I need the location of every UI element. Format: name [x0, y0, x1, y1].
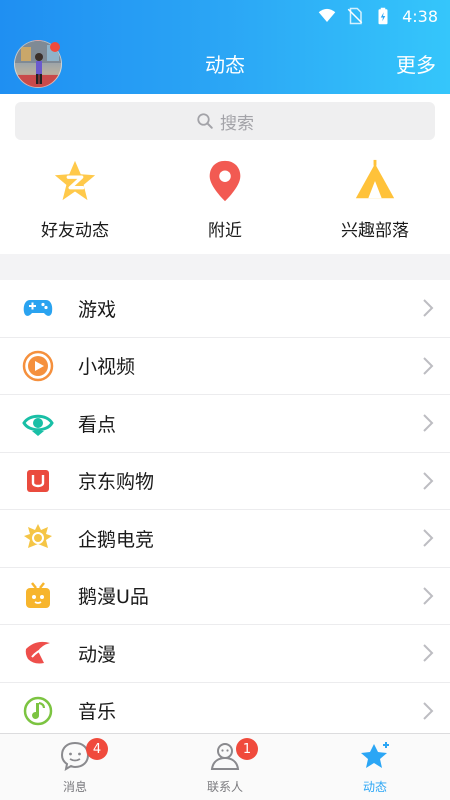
search-section: 搜索	[0, 94, 450, 148]
avatar-notification-dot	[50, 42, 60, 52]
battery-charging-icon	[378, 7, 388, 25]
tab-label: 联系人	[206, 780, 243, 794]
quick-interest-tribe[interactable]: 兴趣部落	[300, 158, 450, 248]
list-item-label: 音乐	[78, 701, 117, 724]
tab-messages[interactable]: 4 消息	[0, 734, 150, 800]
quick-nearby[interactable]: 附近	[150, 158, 300, 248]
chevron-right-icon	[423, 587, 434, 605]
list-item-label: 小视频	[78, 356, 136, 379]
jd-shopping-icon	[27, 469, 49, 492]
list-item-games[interactable]: 游戏	[0, 280, 450, 338]
wifi-icon	[318, 8, 336, 22]
list-item-label: 京东购物	[78, 471, 155, 494]
list-item-short-video[interactable]: 小视频	[0, 337, 450, 395]
unread-badge: 4	[86, 738, 108, 760]
app-header: 动态 更多	[0, 32, 450, 94]
star-icon	[361, 742, 389, 768]
search-input[interactable]: 搜索	[15, 102, 435, 140]
search-icon	[197, 113, 213, 129]
comic-icon	[25, 642, 50, 664]
more-button[interactable]: 更多	[396, 49, 436, 78]
search-placeholder: 搜索	[220, 113, 254, 134]
chevron-right-icon	[423, 414, 434, 432]
eye-icon	[22, 415, 54, 437]
tab-label: 动态	[362, 780, 387, 794]
list-item-jd-shopping[interactable]: 京东购物	[0, 452, 450, 510]
quick-friends-feed[interactable]: 好友动态	[0, 158, 150, 248]
gamepad-icon	[23, 300, 53, 317]
list-item-label: 鹅漫U品	[78, 586, 149, 609]
quick-actions: 好友动态 附近 兴趣部落	[0, 148, 450, 254]
tribe-tent-icon	[355, 159, 395, 199]
no-sim-icon	[347, 7, 363, 25]
tab-contacts[interactable]: 1 联系人	[150, 734, 300, 800]
list-item-kandian[interactable]: 看点	[0, 395, 450, 453]
list-item-esports[interactable]: 企鹅电竞	[0, 510, 450, 568]
quick-label: 附近	[208, 221, 242, 241]
chevron-right-icon	[423, 644, 434, 662]
tv-box-icon	[26, 581, 50, 608]
status-bar: 4:38	[0, 0, 450, 32]
list-item-label: 看点	[78, 413, 117, 436]
music-note-icon	[23, 696, 53, 725]
list-item-music[interactable]: 音乐	[0, 682, 450, 740]
chevron-right-icon	[423, 702, 434, 720]
section-divider	[0, 254, 450, 280]
list-item-label: 游戏	[78, 298, 117, 321]
qzone-star-icon	[54, 160, 96, 201]
list-item-eman[interactable]: 鹅漫U品	[0, 567, 450, 625]
chevron-right-icon	[423, 472, 434, 490]
list-item-label: 企鹅电竞	[78, 528, 155, 551]
feature-list: 游戏 小视频 看点 京东购物 企鹅电竞 鹅漫U品 动漫 音乐	[0, 280, 450, 740]
esports-crown-icon	[24, 524, 52, 549]
page-title: 动态	[205, 52, 245, 77]
chevron-right-icon	[423, 299, 434, 317]
list-item-label: 动漫	[78, 643, 117, 666]
quick-label: 好友动态	[41, 221, 109, 241]
list-item-comics[interactable]: 动漫	[0, 625, 450, 683]
play-circle-icon	[22, 350, 54, 381]
unread-badge: 1	[236, 738, 258, 760]
chevron-right-icon	[423, 529, 434, 547]
tab-feed[interactable]: 动态	[300, 734, 450, 800]
status-time: 4:38	[402, 6, 438, 26]
bottom-tab-bar: 4 消息 1 联系人 动态	[0, 733, 450, 800]
quick-label: 兴趣部落	[341, 221, 409, 241]
tab-label: 消息	[62, 780, 87, 794]
chevron-right-icon	[423, 357, 434, 375]
location-pin-icon	[209, 160, 241, 202]
